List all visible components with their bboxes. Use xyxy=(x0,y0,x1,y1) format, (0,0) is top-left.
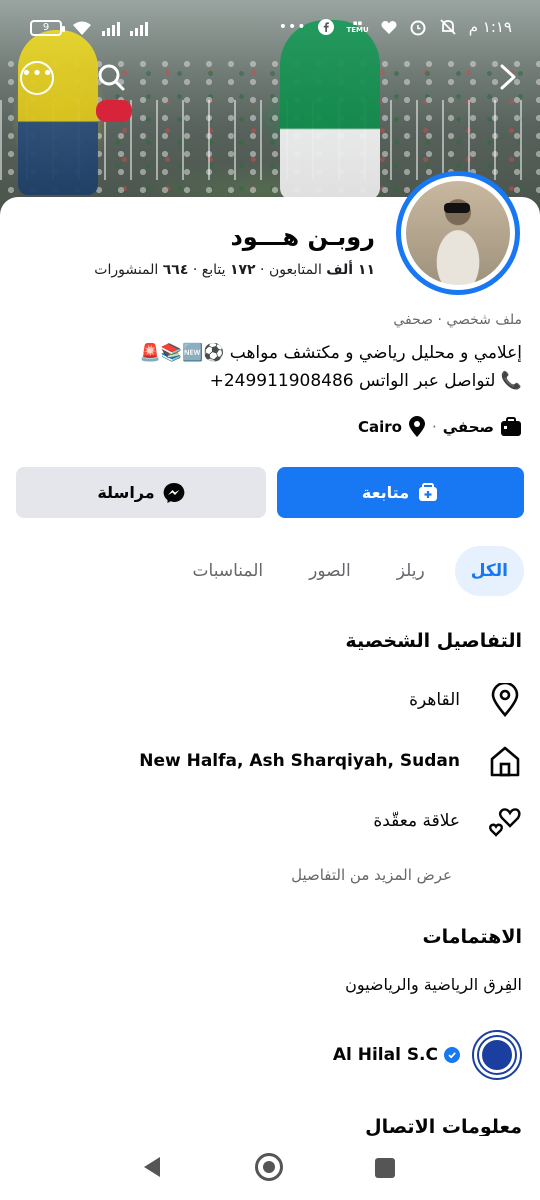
more-options-button[interactable]: ••• xyxy=(20,61,54,95)
personal-details-title: التفاصيل الشخصية xyxy=(345,630,522,652)
contact-info-title: معلومات الاتصال xyxy=(365,1116,522,1138)
detail-current-city[interactable]: القاهرة xyxy=(409,683,522,717)
add-follow-icon xyxy=(419,482,438,501)
briefcase-icon xyxy=(501,417,521,436)
meta-separator: · xyxy=(431,418,437,436)
stats-separator: · xyxy=(260,262,265,278)
message-button[interactable]: مراسلة xyxy=(16,467,266,518)
al-hilal-logo xyxy=(472,1030,522,1080)
battery-icon: 9 xyxy=(30,20,65,36)
followers-label[interactable]: المتابعون xyxy=(269,262,322,278)
detail-hometown[interactable]: New Halfa, Ash Sharqiyah, Sudan xyxy=(139,744,522,778)
following-count[interactable]: ١٧٢ xyxy=(230,262,256,278)
posts-count: ٦٦٤ xyxy=(162,262,189,278)
follow-button[interactable]: متابعة xyxy=(277,467,524,518)
verified-badge-icon xyxy=(444,1047,460,1063)
bio-line-1: إعلامي و محليل رياضي و مكتشف مواهب ⚽🆕📚🚨 xyxy=(139,343,522,363)
see-more-details-link[interactable]: عرض المزيد من التفاصيل xyxy=(291,866,452,884)
profile-picture[interactable] xyxy=(396,171,520,295)
interest-page-al-hilal[interactable]: Al Hilal S.C xyxy=(333,1030,522,1080)
back-arrow-icon[interactable] xyxy=(494,62,522,92)
search-icon[interactable] xyxy=(96,62,126,92)
profile-stats: ١١ ألف المتابعون · ١٧٢ يتابع · ٦٦٤ المنش… xyxy=(94,262,375,278)
tab-all[interactable]: الكل xyxy=(454,546,524,596)
temu-icon: ▪▪ TEMU xyxy=(346,19,369,34)
interests-title: الاهتمامات xyxy=(422,926,522,948)
following-label[interactable]: يتابع xyxy=(202,262,226,278)
location-text[interactable]: Cairo xyxy=(358,418,402,436)
profile-name: روبـن هـــود xyxy=(230,223,375,251)
battery-level: 9 xyxy=(42,22,50,33)
signal-icon-2 xyxy=(130,20,148,36)
posts-label: المنشورات xyxy=(94,262,159,278)
followers-count[interactable]: ١١ ألف xyxy=(326,262,375,278)
more-horizontal-icon: ••• xyxy=(21,63,53,84)
wifi-icon xyxy=(73,21,91,35)
clock: ١:١٩ م xyxy=(468,18,512,36)
follow-label: متابعة xyxy=(361,483,410,502)
tab-events[interactable]: المناسبات xyxy=(177,546,280,596)
more-dots-icon: ••• xyxy=(278,19,307,35)
interests-category: الفِرق الرياضية والرياضيون xyxy=(345,975,522,994)
profile-category: ملف شخصي · صحفي xyxy=(393,312,522,328)
avatar xyxy=(406,181,510,285)
facebook-icon xyxy=(318,19,335,35)
tab-reels[interactable]: ريلز xyxy=(381,546,441,596)
profile-tabs: الكل ريلز الصور المناسبات xyxy=(177,546,524,596)
location-pin-outline-icon xyxy=(488,683,522,717)
detail-relationship[interactable]: علاقة معقّدة xyxy=(373,804,522,838)
status-left: 9 xyxy=(30,20,148,36)
heart-icon xyxy=(381,20,397,34)
nav-home-icon[interactable] xyxy=(255,1153,283,1181)
interest-page-name: Al Hilal S.C xyxy=(332,1045,438,1065)
android-nav-bar xyxy=(0,1136,540,1200)
location-pin-icon xyxy=(408,416,425,437)
hearts-icon xyxy=(488,804,522,838)
cover-glove xyxy=(96,100,132,122)
nav-recents-icon[interactable] xyxy=(375,1158,395,1178)
messenger-icon xyxy=(163,482,185,503)
message-label: مراسلة xyxy=(97,483,155,502)
profile-meta: صحفي · Cairo xyxy=(358,416,522,438)
al-hilal-name-wrap: Al Hilal S.C xyxy=(333,1045,460,1065)
alarm-icon xyxy=(410,20,426,36)
status-right: ••• ▪▪ TEMU ١:١٩ م xyxy=(279,18,512,36)
job-title: صحفي xyxy=(442,418,494,436)
alarm-off-icon xyxy=(440,19,456,35)
current-city: القاهرة xyxy=(409,690,460,710)
nav-back-icon[interactable] xyxy=(142,1156,162,1178)
hometown: New Halfa, Ash Sharqiyah, Sudan xyxy=(139,751,460,771)
relationship-status: علاقة معقّدة xyxy=(373,811,460,831)
bio-line-2: 📞 لتواصل عبر الواتس 249911908486+ xyxy=(209,371,522,391)
signal-icon xyxy=(102,20,120,36)
stats-separator-2: · xyxy=(192,262,198,278)
status-bar: 9 ••• ▪▪ TEMU ١:١٩ م xyxy=(0,0,540,58)
home-icon xyxy=(488,744,522,778)
tab-photos[interactable]: الصور xyxy=(293,546,367,596)
